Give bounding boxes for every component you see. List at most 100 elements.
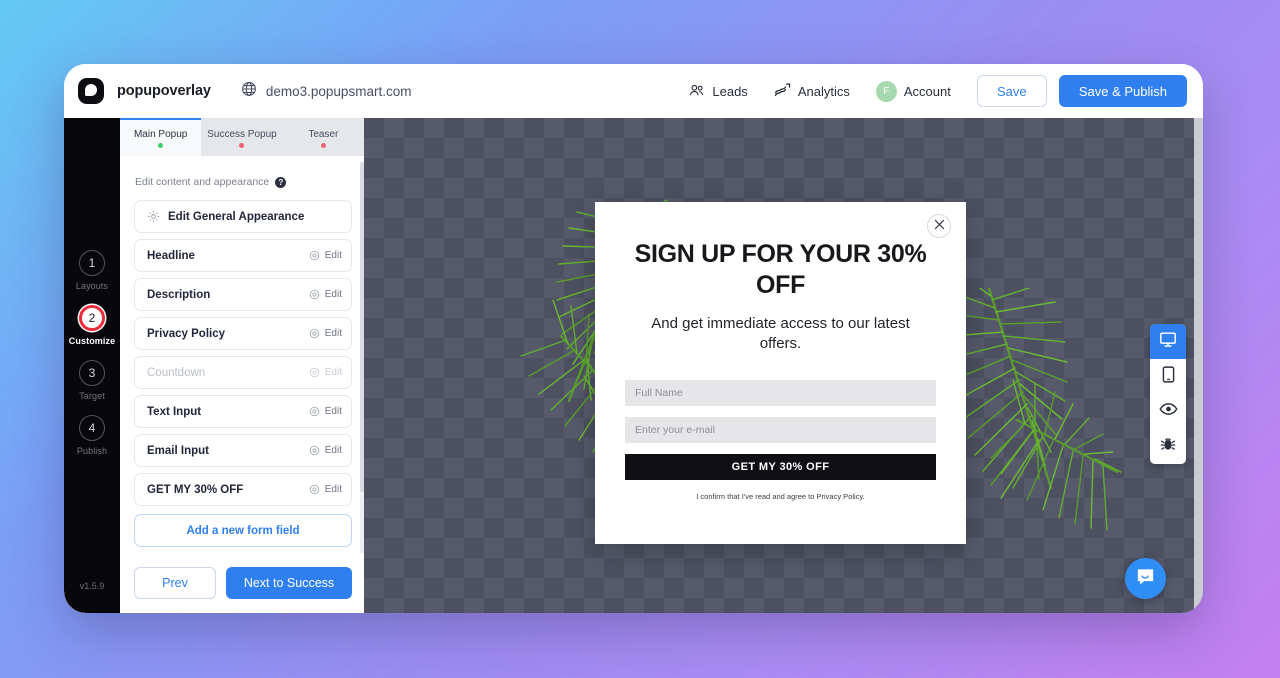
nav-leads[interactable]: Leads (689, 83, 748, 100)
preview-button[interactable] (1150, 394, 1186, 429)
analytics-icon (774, 83, 791, 100)
edit-action[interactable]: Edit (309, 289, 342, 300)
popup-headline: SIGN UP FOR YOUR 30% OFF (634, 240, 927, 299)
step-label: Layouts (75, 281, 109, 291)
popup-preview: SIGN UP FOR YOUR 30% OFF And get immedia… (595, 202, 966, 544)
field-row-text-input[interactable]: Text Input Edit (134, 395, 352, 428)
gear-icon (309, 250, 320, 261)
step-label: Publish (76, 446, 108, 456)
edit-label: Edit (324, 406, 342, 417)
popup-cta-button[interactable]: GET MY 30% OFF (625, 453, 936, 480)
edit-label: Edit (324, 250, 342, 261)
panel-scrollbar-thumb[interactable] (360, 162, 364, 492)
step-label: Customize (68, 336, 116, 346)
site-url-block[interactable]: demo3.popupsmart.com (241, 81, 412, 102)
edit-action[interactable]: Edit (309, 406, 342, 417)
step-number: 3 (79, 360, 105, 386)
mobile-icon (1161, 365, 1176, 388)
field-row-cta-button[interactable]: GET MY 30% OFF Edit (134, 473, 352, 506)
panel-tabs: Main Popup Success Popup Teaser (120, 118, 364, 156)
step-publish[interactable]: 4 Publish (77, 415, 107, 456)
version-label: v1.5.9 (79, 581, 105, 591)
tab-teaser[interactable]: Teaser (282, 118, 364, 156)
next-to-success-button[interactable]: Next to Success (226, 567, 352, 599)
help-icon[interactable]: ? (275, 176, 287, 188)
edit-action[interactable]: Edit (309, 445, 342, 456)
chat-launcher-button[interactable] (1125, 558, 1166, 599)
save-and-publish-button[interactable]: Save & Publish (1058, 75, 1187, 107)
panel-scrollbar[interactable] (360, 162, 364, 553)
step-customize[interactable]: 2 Customize (69, 305, 115, 346)
tab-main-popup[interactable]: Main Popup (120, 118, 202, 156)
tab-label: Main Popup (133, 128, 188, 140)
nav-account[interactable]: F Account (875, 80, 951, 102)
popup-consent-text: I confirm that I've read and agree to Pr… (696, 491, 865, 501)
nav-analytics[interactable]: Analytics (774, 83, 850, 100)
panel-body: Edit content and appearance ? Edit Gener… (120, 156, 364, 553)
app-header: popupoverlay demo3.popupsmart.com Leads … (64, 64, 1203, 118)
step-layouts[interactable]: 1 Layouts (76, 250, 108, 291)
edit-label: Edit (324, 289, 342, 300)
close-icon (934, 217, 945, 235)
edit-action[interactable]: Edit (309, 250, 342, 261)
email-input[interactable] (625, 416, 936, 443)
field-label: GET MY 30% OFF (147, 483, 244, 496)
tab-label: Teaser (308, 128, 339, 140)
debug-button[interactable] (1150, 429, 1186, 464)
tab-success-popup[interactable]: Success Popup (201, 118, 283, 156)
device-toolbar (1150, 324, 1186, 464)
gear-icon (309, 484, 320, 495)
site-url-text: demo3.popupsmart.com (265, 83, 412, 99)
gear-icon (147, 210, 160, 223)
add-new-form-field-button[interactable]: Add a new form field (134, 514, 352, 547)
nav-account-label: Account (903, 83, 951, 99)
field-label: Email Input (147, 444, 209, 457)
gear-icon (309, 445, 320, 456)
mobile-view-button[interactable] (1150, 359, 1186, 394)
steps-sidebar: 1 Layouts 2 Customize 3 Target 4 Publish… (64, 118, 120, 613)
step-number: 2 (79, 305, 105, 331)
field-label: Text Input (147, 405, 202, 418)
field-row-email-input[interactable]: Email Input Edit (134, 434, 352, 467)
tab-label: Success Popup (207, 128, 277, 140)
step-number: 1 (78, 250, 105, 276)
field-row-description[interactable]: Description Edit (134, 278, 352, 311)
step-number: 4 (79, 415, 105, 441)
tab-status-dot (320, 142, 326, 148)
step-target[interactable]: 3 Target (79, 360, 105, 401)
gear-icon (309, 328, 320, 339)
field-row-privacy-policy[interactable]: Privacy Policy Edit (134, 317, 352, 350)
gear-icon (309, 406, 320, 417)
canvas-scrollbar[interactable] (1194, 118, 1203, 613)
leads-icon (689, 83, 705, 100)
nav-analytics-label: Analytics (797, 83, 850, 99)
edit-action[interactable]: Edit (309, 328, 342, 339)
save-button[interactable]: Save (976, 75, 1047, 107)
app-window: popupoverlay demo3.popupsmart.com Leads … (64, 64, 1203, 613)
brand-name: popupoverlay (117, 83, 211, 99)
desktop-view-button[interactable] (1150, 324, 1186, 359)
edit-action[interactable]: Edit (309, 484, 342, 495)
tab-status-dot (158, 142, 164, 148)
globe-icon (241, 81, 257, 102)
panel-hint-text: Edit content and appearance (135, 176, 270, 188)
full-name-input[interactable] (625, 379, 936, 406)
edit-general-appearance-row[interactable]: Edit General Appearance (134, 200, 352, 233)
desktop-icon (1159, 331, 1177, 353)
avatar: F (875, 80, 897, 102)
field-label: Countdown (147, 366, 206, 379)
prev-button[interactable]: Prev (134, 567, 216, 599)
field-row-headline[interactable]: Headline Edit (134, 239, 352, 272)
tab-status-dot (239, 142, 245, 148)
popup-close-button[interactable] (927, 214, 951, 238)
edit-action[interactable]: Edit (309, 367, 342, 378)
edit-label: Edit (324, 445, 342, 456)
chat-bubble-icon (1135, 566, 1156, 592)
panel-footer: Prev Next to Success (120, 553, 364, 613)
bug-icon (1160, 436, 1176, 457)
field-label: Headline (147, 249, 195, 262)
step-label: Target (79, 391, 105, 401)
panel-hint: Edit content and appearance ? (135, 176, 352, 188)
field-row-countdown[interactable]: Countdown Edit (134, 356, 352, 389)
brand-logo-icon (78, 78, 104, 104)
